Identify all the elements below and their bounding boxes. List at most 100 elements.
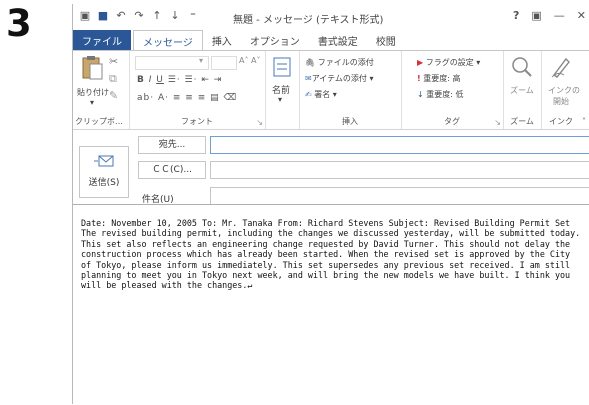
send-icon: [94, 155, 114, 167]
window-controls: ? ▣ — ✕: [513, 9, 586, 22]
start-inking-label-1[interactable]: インクの: [548, 85, 580, 96]
magnifier-icon[interactable]: [511, 56, 533, 78]
bold-icon[interactable]: B: [137, 75, 145, 85]
compose-header: 送信(S) 宛先... ＣＣ(C)... 件名(U): [73, 129, 589, 205]
high-importance-label: 重要度: 高: [423, 74, 461, 83]
exclamation-icon: !: [417, 74, 421, 83]
cut-icon[interactable]: ✂: [109, 55, 118, 68]
help-button[interactable]: ?: [513, 9, 519, 22]
grow-font-icon[interactable]: A˄: [239, 56, 248, 65]
send-button[interactable]: 送信(S): [79, 146, 129, 198]
tab-review[interactable]: 校閲: [367, 30, 405, 50]
names-group: 名前 ▾: [265, 51, 300, 129]
window-title: 無題 - メッセージ (テキスト形式): [233, 15, 384, 26]
tags-group-label: タグ: [444, 117, 460, 126]
ink-group: インクの 開始 インク: [541, 51, 581, 129]
customize-qat-icon[interactable]: ⁼: [187, 9, 199, 22]
attach-item-icon: ✉: [305, 74, 312, 83]
cc-field[interactable]: [210, 161, 589, 179]
include-group-label: 挿入: [342, 117, 358, 126]
subject-field[interactable]: [210, 187, 589, 205]
align-left-icon[interactable]: ≡: [173, 93, 182, 103]
font-size-box[interactable]: [211, 56, 237, 70]
message-body[interactable]: Date: November 10, 2005 To: Mr. Tanaka F…: [73, 204, 589, 405]
ribbon: 貼り付け ▾ ✂ ⧉ ✎ クリップボ… ▾ A˄ A˅ B I U ☰· ☰· …: [73, 50, 589, 130]
justify-icon[interactable]: ▤: [210, 93, 220, 103]
low-importance-label: 重要度: 低: [426, 90, 464, 99]
font-format-row: B I U ☰· ☰· ⇤ ⇥: [137, 75, 222, 85]
to-button[interactable]: 宛先...: [138, 136, 206, 154]
close-button[interactable]: ✕: [577, 9, 586, 22]
app-menu-icon[interactable]: ▣: [79, 9, 91, 22]
increase-indent-icon[interactable]: ⇥: [214, 75, 223, 85]
tags-group: ▶ フラグの設定 ▾ ! 重要度: 高 ↓ 重要度: 低 タグ ↘: [401, 51, 504, 129]
signature-label: 署名: [314, 90, 331, 99]
attach-file-button[interactable]: 🖇 ファイルの添付: [305, 57, 374, 68]
redo-icon[interactable]: ↷: [133, 9, 145, 22]
copy-icon[interactable]: ⧉: [109, 72, 117, 86]
high-importance-button[interactable]: ! 重要度: 高: [417, 73, 460, 84]
align-right-icon[interactable]: ≡: [198, 93, 207, 103]
font-group-label: フォント: [181, 117, 213, 126]
send-label: 送信(S): [88, 178, 120, 188]
save-icon[interactable]: ■: [97, 9, 109, 22]
bullets-icon[interactable]: ☰·: [168, 75, 181, 85]
font-dialog-launcher-icon[interactable]: ↘: [256, 118, 263, 127]
names-dropdown-icon[interactable]: ▾: [278, 95, 282, 104]
ribbon-display-button[interactable]: ▣: [531, 9, 541, 22]
follow-up-button[interactable]: ▶ フラグの設定 ▾: [417, 57, 480, 68]
ink-group-label: インク: [549, 117, 573, 126]
cc-button[interactable]: ＣＣ(C)...: [138, 161, 206, 179]
attach-item-button[interactable]: ✉アイテムの添付 ▾: [305, 73, 373, 84]
undo-icon[interactable]: ↶: [115, 9, 127, 22]
clear-format-icon[interactable]: ⌫: [224, 93, 238, 103]
minimize-button[interactable]: —: [554, 9, 565, 22]
to-field[interactable]: [210, 136, 589, 154]
paste-dropdown-icon[interactable]: ▾: [90, 98, 94, 107]
font-group: ▾ A˄ A˅ B I U ☰· ☰· ⇤ ⇥ ab· A· ≡ ≡ ≡ ▤ ⌫…: [129, 51, 266, 129]
zoom-group: ズーム ズーム: [503, 51, 542, 129]
numbering-icon[interactable]: ☰·: [185, 75, 198, 85]
paragraph-row: ab· A· ≡ ≡ ≡ ▤ ⌫: [137, 93, 237, 103]
tab-format-text[interactable]: 書式設定: [309, 30, 367, 50]
zoom-group-label: ズーム: [510, 117, 534, 126]
include-group: 🖇 ファイルの添付 ✉アイテムの添付 ▾ ✍ 署名 ▾ 挿入: [299, 51, 402, 129]
tab-insert[interactable]: 挿入: [203, 30, 241, 50]
quick-access-toolbar: ▣ ■ ↶ ↷ ↑ ↓ ⁼: [79, 9, 199, 22]
font-color-icon[interactable]: A·: [158, 93, 169, 103]
tab-message[interactable]: メッセージ: [133, 30, 203, 51]
message-body-text: Date: November 10, 2005 To: Mr. Tanaka F…: [81, 218, 581, 291]
tags-dialog-launcher-icon[interactable]: ↘: [494, 118, 501, 127]
decrease-indent-icon[interactable]: ⇤: [201, 75, 210, 85]
underline-icon[interactable]: U: [156, 75, 164, 85]
down-arrow-icon[interactable]: ↓: [169, 9, 181, 22]
font-name-box[interactable]: [135, 56, 209, 70]
tab-options[interactable]: オプション: [241, 30, 309, 50]
font-name-dropdown-icon[interactable]: ▾: [199, 56, 203, 65]
title-bar: ▣ ■ ↶ ↷ ↑ ↓ ⁼ 無題 - メッセージ (テキスト形式) ? ▣ — …: [73, 4, 589, 30]
up-arrow-icon[interactable]: ↑: [151, 9, 163, 22]
signature-button[interactable]: ✍ 署名 ▾: [305, 89, 337, 100]
pen-icon[interactable]: [550, 55, 572, 79]
clipboard-group-label: クリップボ…: [75, 117, 123, 126]
signature-icon: ✍: [305, 90, 312, 99]
outlook-message-window: ▣ ■ ↶ ↷ ↑ ↓ ⁼ 無題 - メッセージ (テキスト形式) ? ▣ — …: [72, 4, 589, 404]
down-arrow-icon: ↓: [417, 90, 424, 99]
clipboard-group: 貼り付け ▾ ✂ ⧉ ✎ クリップボ…: [73, 51, 130, 129]
tab-file[interactable]: ファイル: [73, 30, 131, 50]
align-center-icon[interactable]: ≡: [185, 93, 194, 103]
start-inking-label-2[interactable]: 開始: [553, 96, 569, 107]
address-book-icon[interactable]: [273, 57, 291, 77]
low-importance-button[interactable]: ↓ 重要度: 低: [417, 89, 464, 100]
highlight-icon[interactable]: ab·: [137, 93, 154, 103]
shrink-font-icon[interactable]: A˅: [251, 56, 260, 65]
collapse-ribbon-icon[interactable]: ˄: [582, 117, 586, 126]
paste-button[interactable]: 貼り付け: [77, 87, 109, 98]
zoom-button[interactable]: ズーム: [510, 85, 534, 96]
paste-icon[interactable]: [81, 55, 103, 81]
attach-file-label: ファイルの添付: [317, 58, 374, 67]
paperclip-icon: 🖇: [305, 58, 316, 67]
step-number: 3: [6, 2, 32, 45]
format-painter-icon[interactable]: ✎: [109, 89, 118, 102]
ribbon-tabs: ファイル メッセージ 挿入 オプション 書式設定 校閲: [73, 30, 589, 51]
